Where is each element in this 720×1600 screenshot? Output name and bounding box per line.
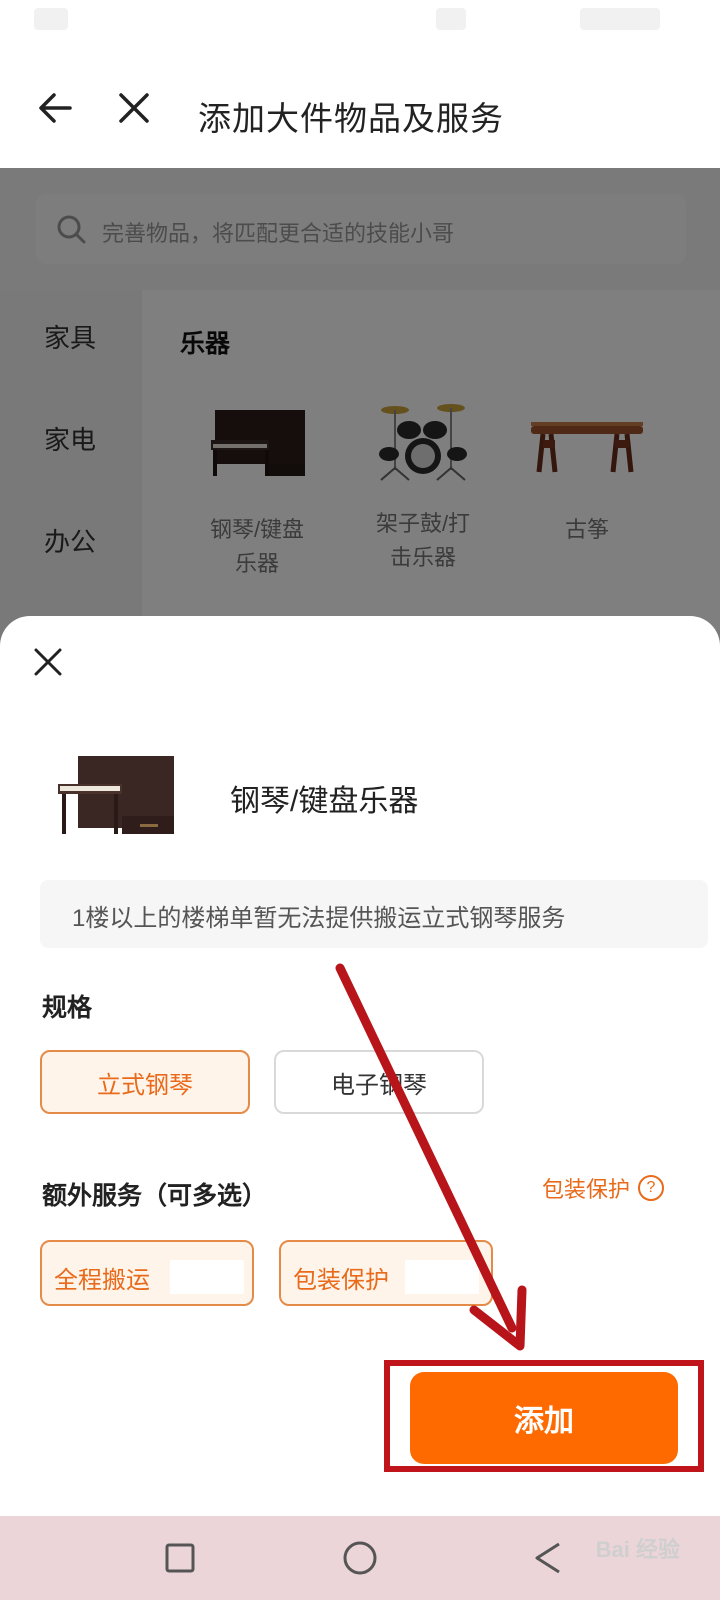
recent-apps-icon[interactable] bbox=[152, 1530, 208, 1586]
annotation-arrow bbox=[335, 963, 527, 1351]
back-icon[interactable] bbox=[520, 1530, 576, 1586]
watermark: Bai 经验 bbox=[595, 1537, 680, 1562]
home-icon[interactable] bbox=[332, 1530, 388, 1586]
